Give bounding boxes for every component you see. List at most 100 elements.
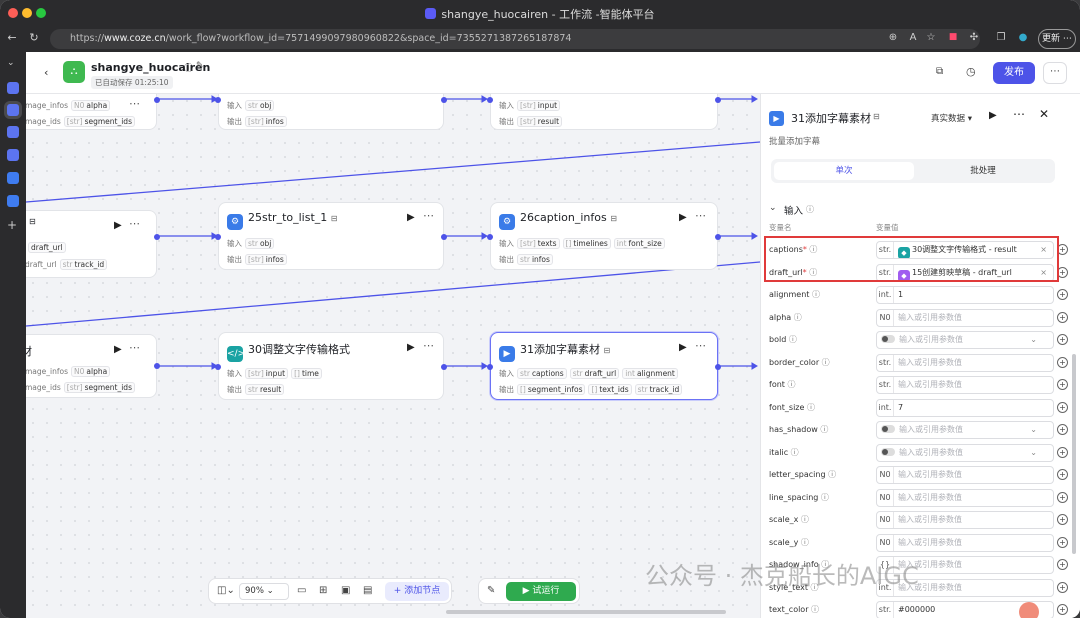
workflow-node-6[interactable]: ⚙ 26caption_infos ⊟ ▶ ⋯ 输入 [str] texts[] tim… (487, 202, 721, 270)
param-value-field[interactable]: int. 1 (876, 286, 1054, 304)
mouse-mode-icon[interactable]: ◫⌄ (217, 585, 235, 596)
workflow-node-8[interactable]: </> 30调整文字传输格式 ▶ ⋯ 输入 [str] input[] time 输出 s… (215, 332, 447, 400)
param-value-field[interactable]: 输入或引用参数值 ⌄ (876, 443, 1054, 462)
add-reference-icon[interactable]: + (1057, 311, 1068, 323)
param-value-field[interactable]: N0 输入或引用参数值 (876, 488, 1054, 507)
output-port[interactable] (441, 97, 447, 103)
image-icon[interactable]: ▣ (341, 585, 350, 596)
param-info-icon[interactable]: ⓘ (789, 335, 797, 344)
update-button[interactable]: 更新 ⋯ (1038, 29, 1076, 49)
add-reference-icon[interactable]: + (1057, 289, 1068, 300)
output-port[interactable] (154, 97, 160, 103)
more-menu-button[interactable]: ⋯ (1043, 62, 1067, 84)
workflow-node-1[interactable]: mage_infos N0 alpha mage_ids [str] segment_i… (26, 94, 160, 130)
workflow-node-9-selected[interactable]: ▶ 31添加字幕素材 ⊟ ▶ ⋯ 输入 str captions str draft_ur… (487, 332, 721, 400)
param-value-field[interactable]: int. 7 (876, 398, 1054, 417)
extension-icon[interactable]: ■ (945, 32, 961, 42)
dropdown-chevron-icon[interactable]: ⌄ (1030, 422, 1037, 438)
param-info-icon[interactable]: ⓘ (820, 425, 828, 434)
sidebar-tab-icon-3[interactable] (7, 126, 19, 138)
node-run-icon[interactable]: ▶ (679, 342, 687, 353)
dropdown-chevron-icon[interactable]: ⌄ (1030, 445, 1037, 461)
param-value-field[interactable]: N0 输入或引用参数值 (876, 466, 1054, 484)
layout-grid-icon[interactable]: ⊞ (319, 585, 327, 596)
workflow-canvas[interactable]: mage_infos N0 alpha mage_ids [str] segment_i… (26, 94, 760, 618)
input-port[interactable] (215, 97, 221, 103)
param-value-field[interactable]: str. 输入或引用参数值 (876, 353, 1054, 372)
toggle-switch[interactable] (881, 425, 895, 433)
output-port[interactable] (441, 364, 447, 370)
history-icon[interactable]: ◷ (966, 65, 976, 78)
input-port[interactable] (487, 97, 493, 103)
input-port[interactable] (487, 364, 493, 370)
input-port[interactable] (215, 364, 221, 370)
input-port[interactable] (487, 234, 493, 240)
param-value-field[interactable]: N0 输入或引用参数值 (876, 533, 1054, 552)
param-info-icon[interactable]: ⓘ (811, 605, 819, 614)
zoom-lens-icon[interactable]: ⊕ (885, 32, 901, 43)
extensions-puzzle-icon[interactable]: ✣ (966, 32, 982, 43)
param-info-icon[interactable]: ⓘ (821, 493, 829, 502)
minimap-icon[interactable]: ▤ (363, 585, 372, 596)
panel-scrollbar[interactable] (1072, 354, 1076, 554)
test-run-button[interactable]: ▶ 试运行 (506, 582, 576, 601)
sidebar-tab-icon-1[interactable] (7, 82, 19, 94)
node-more-icon[interactable]: ⋯ (695, 339, 706, 352)
comment-icon[interactable]: ▭ (297, 585, 306, 596)
workflow-node-5[interactable]: ⚙ 25str_to_list_1 ⊟ ▶ ⋯ 输入 str obj 输出 [str] i… (215, 202, 447, 270)
horizontal-scrollbar[interactable] (446, 610, 726, 614)
add-reference-icon[interactable]: + (1057, 604, 1068, 615)
param-info-icon[interactable]: ⓘ (794, 313, 802, 322)
output-port[interactable] (441, 234, 447, 240)
back-chevron-icon[interactable]: ‹ (44, 66, 48, 79)
favorite-star-icon[interactable]: ☆ (923, 32, 939, 43)
sidebar-collapse-icon[interactable]: ⌄ (7, 58, 15, 68)
add-reference-icon[interactable]: + (1057, 514, 1068, 525)
publish-button[interactable]: 发布 (993, 62, 1035, 84)
panel-run-icon[interactable]: ▶ (989, 110, 997, 121)
sidebar-tab-icon-4[interactable] (7, 149, 19, 161)
back-arrow-icon[interactable]: ← (4, 31, 20, 44)
dropdown-chevron-icon[interactable]: ⌄ (1030, 332, 1037, 348)
node-more-icon[interactable]: ⋯ (423, 339, 434, 352)
node-more-icon[interactable]: ⋯ (129, 97, 140, 110)
edit-icon[interactable]: ✎ (196, 61, 204, 71)
node-run-icon[interactable]: ▶ (407, 212, 415, 223)
param-info-icon[interactable]: ⓘ (812, 290, 820, 299)
collections-icon[interactable]: ❐ (993, 32, 1009, 43)
param-info-icon[interactable]: ⓘ (828, 470, 836, 479)
output-port[interactable] (154, 363, 160, 369)
profile-avatar-icon[interactable]: ● (1015, 32, 1031, 43)
toggle-switch[interactable] (881, 447, 895, 456)
param-info-icon[interactable]: ⓘ (801, 515, 809, 524)
floating-avatar[interactable] (1019, 602, 1039, 618)
node-run-icon[interactable]: ▶ (407, 342, 415, 353)
workflow-node-4[interactable]: ⊟ ▶ ⋯ draft_url draft_url str track_id (26, 210, 160, 278)
copy-icon[interactable]: ⧉ (936, 66, 943, 77)
param-info-icon[interactable]: ⓘ (791, 448, 799, 457)
param-value-field[interactable]: N0 输入或引用参数值 (876, 511, 1054, 529)
workflow-node-2[interactable]: 输入 str obj 输出 [str] infos (215, 94, 447, 130)
add-reference-icon[interactable]: + (1057, 491, 1068, 503)
sidebar-tab-icon-5[interactable] (7, 172, 19, 184)
panel-more-icon[interactable]: ⋯ (1013, 107, 1025, 121)
workflow-node-3[interactable]: 输入 [str] input 输出 [str] result (487, 94, 721, 130)
info-icon[interactable]: ⓘ (184, 61, 193, 74)
reload-icon[interactable]: ↻ (26, 31, 42, 44)
sidebar-tab-icon-6[interactable] (7, 195, 19, 207)
node-more-icon[interactable]: ⋯ (129, 341, 140, 354)
add-node-button[interactable]: + 添加节点 (385, 582, 449, 601)
debug-icon[interactable]: ✎ (487, 585, 495, 596)
add-reference-icon[interactable]: + (1057, 559, 1068, 570)
add-reference-icon[interactable]: + (1057, 401, 1068, 413)
tab-single[interactable]: 单次 (774, 162, 914, 180)
param-value-field[interactable]: 输入或引用参数值 ⌄ (876, 421, 1054, 439)
output-port[interactable] (715, 234, 721, 240)
param-info-icon[interactable]: ⓘ (807, 403, 815, 412)
add-reference-icon[interactable]: + (1057, 469, 1068, 480)
param-info-icon[interactable]: ⓘ (822, 358, 830, 367)
panel-close-icon[interactable]: ✕ (1039, 107, 1049, 121)
toggle-switch[interactable] (881, 335, 895, 343)
node-run-icon[interactable]: ▶ (114, 344, 122, 355)
output-port[interactable] (154, 234, 160, 240)
